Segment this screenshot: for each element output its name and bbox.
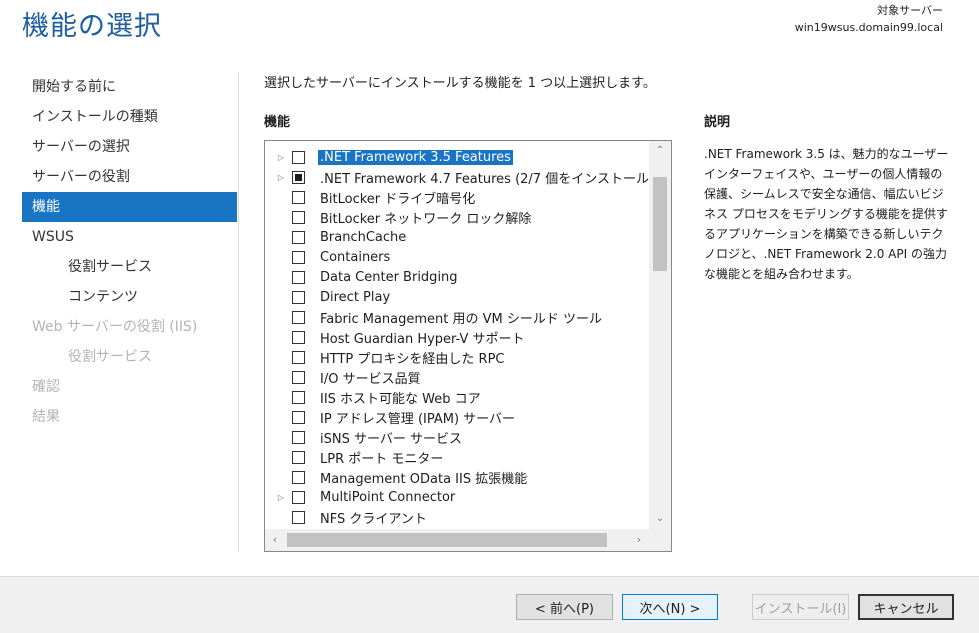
feature-label: I/O サービス品質 xyxy=(320,371,421,387)
feature-row[interactable]: IIS ホスト可能な Web コア xyxy=(265,387,649,407)
feature-row[interactable]: Management OData IIS 拡張機能 xyxy=(265,467,649,487)
nav-item: 役割サービス xyxy=(68,349,152,365)
feature-label: Host Guardian Hyper-V サポート xyxy=(320,331,525,347)
feature-checkbox[interactable] xyxy=(292,510,305,524)
target-server: 対象サーバー win19wsus.domain99.local xyxy=(795,2,943,36)
nav-item[interactable]: 役割サービス xyxy=(22,252,237,282)
nav-item: Web サーバーの役割 (IIS) xyxy=(32,319,198,335)
nav-item[interactable]: サーバーの選択 xyxy=(22,132,237,162)
target-server-label: 対象サーバー xyxy=(877,4,943,17)
target-server-name: win19wsus.domain99.local xyxy=(794,21,943,34)
feature-row[interactable]: Containers xyxy=(265,247,649,267)
feature-row[interactable]: BitLocker ネットワーク ロック解除 xyxy=(265,207,649,227)
nav-item: 確認 xyxy=(32,379,60,395)
feature-checkbox[interactable] xyxy=(292,250,305,264)
features-list: ▷ .NET Framework 3.5 Features ▷ .NET Framew… xyxy=(265,147,649,527)
chevron-right-icon[interactable]: ▷ xyxy=(273,493,289,502)
page-title: 機能の選択 xyxy=(22,11,162,42)
description-text: .NET Framework 3.5 は、魅力的なユーザー インターフェイスや、… xyxy=(704,147,949,281)
nav-item[interactable]: 開始する前に xyxy=(22,72,237,102)
feature-label: Containers xyxy=(320,249,391,265)
feature-label: MultiPoint Connector xyxy=(320,489,456,505)
feature-checkbox[interactable] xyxy=(292,490,305,504)
nav-item[interactable]: WSUS xyxy=(22,222,237,252)
wizard-nav: 開始する前に インストールの種類 サーバーの選択 サーバーの役割 機能 WSUS 役割サービ… xyxy=(22,72,237,432)
previous-button[interactable]: < 前へ(P) xyxy=(516,594,613,620)
description-heading: 説明 xyxy=(704,115,731,130)
install-button[interactable]: インストール(I) xyxy=(752,594,849,620)
horizontal-scrollbar[interactable]: ‹ › xyxy=(265,529,649,551)
feature-row[interactable]: Data Center Bridging xyxy=(265,267,649,287)
feature-label: IP アドレス管理 (IPAM) サーバー xyxy=(320,411,516,427)
chevron-left-icon[interactable]: ‹ xyxy=(265,529,285,551)
nav-item[interactable]: 機能 xyxy=(22,192,237,222)
feature-row[interactable]: I/O サービス品質 xyxy=(265,367,649,387)
feature-checkbox[interactable] xyxy=(292,390,305,404)
feature-label: BitLocker ネットワーク ロック解除 xyxy=(320,211,532,227)
feature-label: IIS ホスト可能な Web コア xyxy=(320,391,481,407)
features-tree[interactable]: ▷ .NET Framework 3.5 Features ▷ .NET Framew… xyxy=(264,140,672,552)
feature-checkbox[interactable] xyxy=(292,310,305,324)
feature-label: .NET Framework 3.5 Features xyxy=(318,149,513,165)
next-button[interactable]: 次へ(N) > xyxy=(622,594,718,620)
wizard-footer: < 前へ(P) 次へ(N) > インストール(I) キャンセル xyxy=(0,576,979,633)
partial-check-indicator xyxy=(295,173,302,181)
feature-label: Management OData IIS 拡張機能 xyxy=(320,471,528,487)
scrollbar-corner xyxy=(649,529,671,551)
feature-row[interactable]: LPR ポート モニター xyxy=(265,447,649,467)
feature-checkbox[interactable] xyxy=(292,450,305,464)
feature-label: BitLocker ドライブ暗号化 xyxy=(320,191,476,207)
vertical-scrollbar[interactable]: ⌃ ⌄ xyxy=(649,141,671,529)
feature-checkbox[interactable] xyxy=(292,210,305,224)
nav-divider xyxy=(238,72,239,552)
feature-label: Fabric Management 用の VM シールド ツール xyxy=(320,311,603,327)
feature-checkbox[interactable] xyxy=(292,170,305,184)
feature-checkbox[interactable] xyxy=(292,190,305,204)
features-heading: 機能 xyxy=(264,115,291,130)
feature-row[interactable]: HTTP プロキシを経由した RPC xyxy=(265,347,649,367)
feature-row[interactable]: Direct Play xyxy=(265,287,649,307)
feature-row[interactable]: ▷ .NET Framework 3.5 Features xyxy=(265,147,649,167)
feature-label: Direct Play xyxy=(320,289,391,305)
feature-row[interactable]: BitLocker ドライブ暗号化 xyxy=(265,187,649,207)
feature-label: iSNS サーバー サービス xyxy=(320,431,462,447)
horizontal-scroll-thumb[interactable] xyxy=(287,533,607,547)
feature-checkbox[interactable] xyxy=(292,290,305,304)
feature-row[interactable]: Host Guardian Hyper-V サポート xyxy=(265,327,649,347)
feature-row[interactable]: Fabric Management 用の VM シールド ツール xyxy=(265,307,649,327)
chevron-right-icon[interactable]: ▷ xyxy=(273,173,289,182)
feature-checkbox[interactable] xyxy=(292,370,305,384)
nav-item[interactable]: インストールの種類 xyxy=(22,102,237,132)
feature-checkbox[interactable] xyxy=(292,470,305,484)
nav-item: 結果 xyxy=(32,409,60,425)
feature-checkbox[interactable] xyxy=(292,270,305,284)
nav-item[interactable]: サーバーの役割 xyxy=(22,162,237,192)
chevron-down-icon[interactable]: ⌄ xyxy=(649,509,671,529)
feature-checkbox[interactable] xyxy=(292,330,305,344)
feature-checkbox[interactable] xyxy=(292,350,305,364)
nav-item[interactable]: コンテンツ xyxy=(22,282,237,312)
feature-label: NFS クライアント xyxy=(320,511,427,527)
feature-label: Data Center Bridging xyxy=(320,269,458,285)
feature-checkbox[interactable] xyxy=(292,230,305,244)
feature-checkbox[interactable] xyxy=(292,430,305,444)
feature-checkbox[interactable] xyxy=(292,150,305,164)
feature-row[interactable]: IP アドレス管理 (IPAM) サーバー xyxy=(265,407,649,427)
feature-row[interactable]: ▷ MultiPoint Connector xyxy=(265,487,649,507)
chevron-right-icon[interactable]: › xyxy=(629,529,649,551)
chevron-right-icon[interactable]: ▷ xyxy=(273,153,289,162)
feature-label: LPR ポート モニター xyxy=(320,451,444,467)
feature-label: HTTP プロキシを経由した RPC xyxy=(320,351,505,367)
feature-label: BranchCache xyxy=(320,229,407,245)
instruction-text: 選択したサーバーにインストールする機能を 1 つ以上選択します。 xyxy=(264,76,656,91)
feature-row[interactable]: iSNS サーバー サービス xyxy=(265,427,649,447)
feature-row[interactable]: ▷ .NET Framework 4.7 Features (2/7 個をインスト… xyxy=(265,167,649,187)
feature-row[interactable]: NFS クライアント xyxy=(265,507,649,527)
chevron-up-icon[interactable]: ⌃ xyxy=(649,141,671,161)
feature-row[interactable]: BranchCache xyxy=(265,227,649,247)
feature-checkbox[interactable] xyxy=(292,410,305,424)
cancel-button[interactable]: キャンセル xyxy=(858,594,954,620)
feature-label: .NET Framework 4.7 Features (2/7 個をインストー… xyxy=(320,171,649,187)
vertical-scroll-thumb[interactable] xyxy=(653,177,667,271)
